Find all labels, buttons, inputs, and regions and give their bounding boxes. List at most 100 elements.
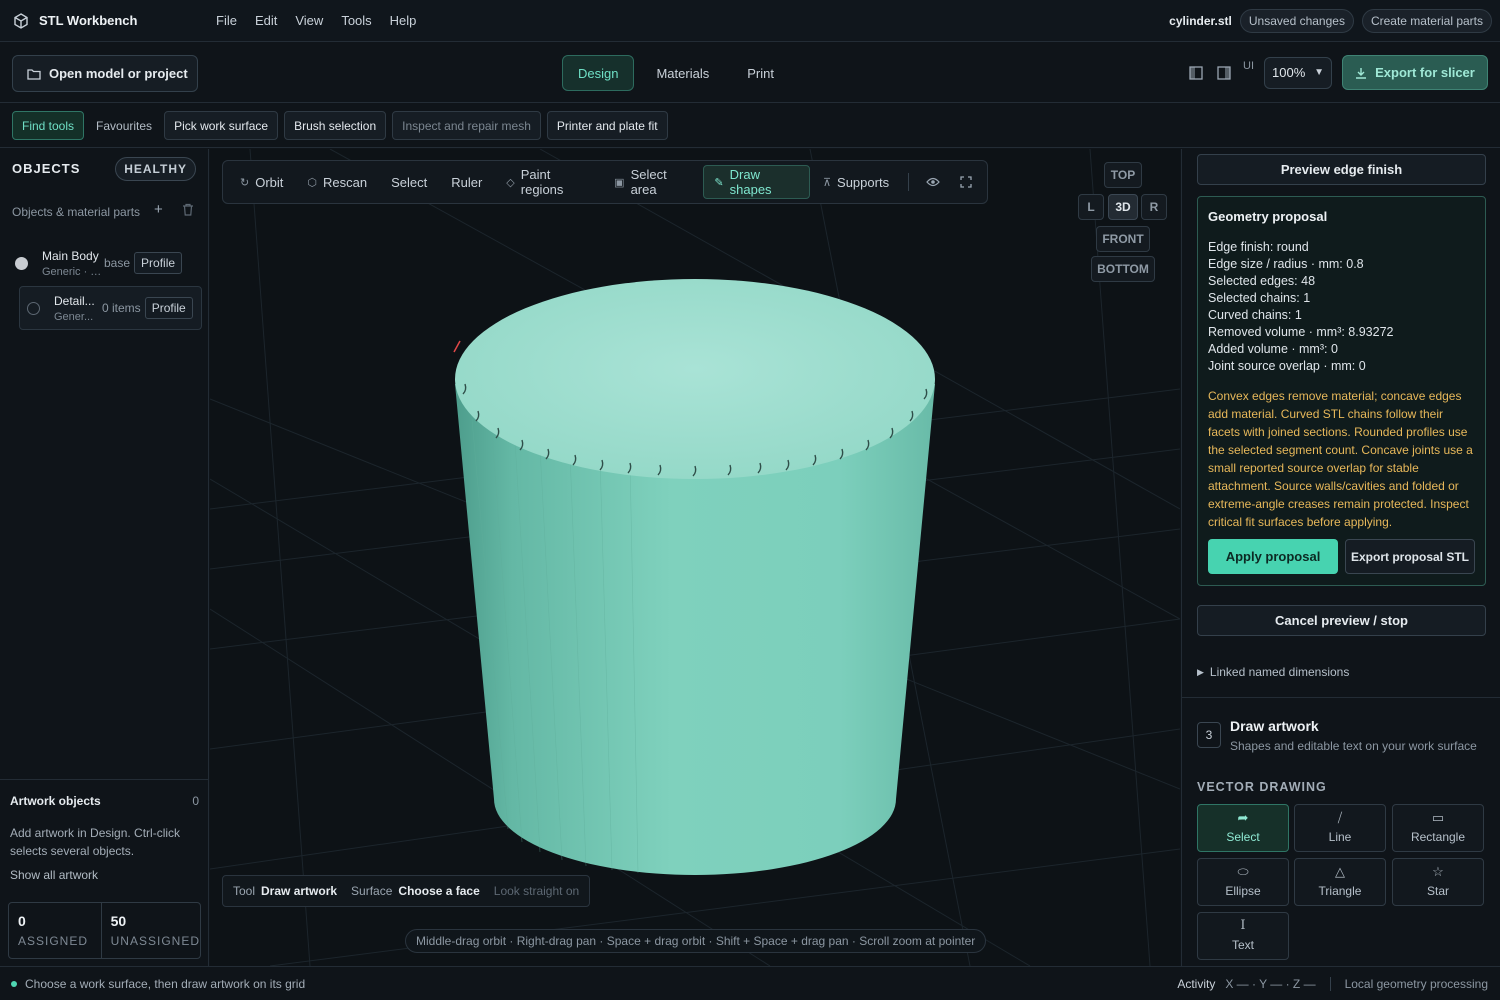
ui-zoom-select[interactable]: 100% ▼ — [1264, 56, 1332, 89]
look-straight-on-button[interactable]: Look straight on — [494, 884, 579, 898]
view-left-button[interactable]: L — [1078, 194, 1104, 220]
surface-status-label: Surface — [351, 884, 393, 898]
status-text: Choose a work surface, then draw artwork… — [25, 976, 306, 991]
cancel-preview-button[interactable]: Cancel preview / stop — [1197, 605, 1486, 636]
profile-button[interactable]: Profile — [144, 297, 193, 319]
menu-tools[interactable]: Tools — [341, 13, 371, 28]
shape-rectangle-button[interactable]: ▭ Rectangle — [1392, 804, 1484, 852]
export-for-slicer-button[interactable]: Export for slicer — [1342, 55, 1488, 90]
object-name: Detail... — [54, 293, 95, 308]
add-object-icon[interactable]: + — [154, 201, 163, 218]
tool-select-area[interactable]: ▣ Select area — [603, 165, 701, 199]
properties-panel: Preview edge finish Geometry proposal Ed… — [1181, 149, 1500, 966]
tool-paint-regions[interactable]: ◇ Paint regions — [495, 165, 601, 199]
linked-dimensions-toggle[interactable]: ▶ Linked named dimensions — [1197, 665, 1349, 679]
proposal-line: Selected edges: 48 — [1208, 274, 1316, 288]
tab-materials[interactable]: Materials — [640, 55, 725, 91]
view-front-button[interactable]: FRONT — [1096, 226, 1150, 252]
activity-button[interactable]: Activity — [1177, 977, 1215, 991]
toggle-left-panel-icon[interactable] — [1187, 64, 1205, 82]
vector-drawing-heading: VECTOR DRAWING — [1197, 780, 1327, 794]
tab-print[interactable]: Print — [731, 55, 790, 91]
object-row-main-body[interactable]: Main Body Generic · P... base Profile — [12, 241, 202, 285]
pick-work-surface-button[interactable]: Pick work surface — [164, 111, 279, 140]
fullscreen-toggle[interactable] — [951, 165, 981, 199]
artwork-title: Artwork objects — [10, 794, 101, 808]
shape-line-button[interactable]: ⧸ Line — [1294, 804, 1386, 852]
tool-ruler[interactable]: Ruler — [440, 165, 493, 199]
tool-draw-shapes[interactable]: ✎ Draw shapes — [703, 165, 810, 199]
fullscreen-icon — [960, 176, 972, 188]
artwork-count: 0 — [192, 794, 199, 808]
app-logo: STL Workbench — [0, 12, 216, 29]
proposal-line: Edge finish: round — [1208, 240, 1309, 254]
ui-scale-label: UI — [1243, 59, 1254, 72]
profile-button[interactable]: Profile — [134, 252, 183, 274]
menu-file[interactable]: File — [216, 13, 237, 28]
shape-label: Triangle — [1318, 884, 1362, 898]
tab-design[interactable]: Design — [562, 55, 635, 91]
view-3d-button[interactable]: 3D — [1108, 194, 1138, 220]
tool-label: Draw shapes — [729, 167, 772, 197]
color-swatch[interactable] — [27, 301, 40, 315]
select-area-icon: ▣ — [614, 176, 625, 189]
create-material-parts-button[interactable]: Create material parts — [1361, 9, 1492, 33]
ellipse-icon: ⬭ — [1237, 864, 1249, 879]
toggle-right-panel-icon[interactable] — [1215, 64, 1233, 82]
open-model-label: Open model or project — [49, 66, 188, 81]
menu-edit[interactable]: Edit — [255, 13, 277, 28]
viewport-canvas[interactable] — [210, 149, 1180, 966]
status-divider — [1329, 976, 1331, 991]
trash-icon[interactable] — [182, 203, 194, 216]
find-tools-button[interactable]: Find tools — [12, 111, 85, 140]
preview-edge-finish-button[interactable]: Preview edge finish — [1197, 154, 1486, 185]
color-swatch[interactable] — [15, 256, 28, 270]
object-material: Gener... — [54, 310, 94, 323]
shape-select-button[interactable]: ➦ Select — [1197, 804, 1289, 852]
export-proposal-stl-button[interactable]: Export proposal STL — [1345, 539, 1475, 574]
shape-label: Line — [1328, 830, 1352, 844]
view-bottom-button[interactable]: BOTTOM — [1091, 256, 1155, 282]
inspect-repair-button[interactable]: Inspect and repair mesh — [392, 111, 541, 140]
view-top-button[interactable]: TOP — [1104, 162, 1142, 188]
caret-right-icon: ▶ — [1197, 666, 1204, 677]
chevron-down-icon: ▼ — [1314, 67, 1324, 78]
favourites-label[interactable]: Favourites — [90, 111, 158, 140]
apply-proposal-button[interactable]: Apply proposal — [1208, 539, 1338, 574]
open-model-button[interactable]: Open model or project — [12, 55, 198, 92]
text-icon: I — [1240, 918, 1246, 933]
shape-label: Rectangle — [1410, 830, 1466, 844]
shape-ellipse-button[interactable]: ⬭ Ellipse — [1197, 858, 1289, 906]
visibility-toggle[interactable] — [917, 165, 949, 199]
step-number: 3 — [1197, 722, 1221, 748]
export-label: Export for slicer — [1375, 65, 1475, 80]
tool-orbit[interactable]: ↻ Orbit — [229, 165, 294, 199]
tool-supports[interactable]: ⊼ Supports — [812, 165, 900, 199]
tool-label: Ruler — [451, 174, 483, 190]
proposal-line: Selected chains: 1 — [1208, 291, 1311, 305]
printer-plate-fit-button[interactable]: Printer and plate fit — [546, 111, 668, 140]
ui-zoom-value: 100% — [1272, 65, 1306, 80]
menu-view[interactable]: View — [295, 13, 323, 28]
shape-triangle-button[interactable]: △ Triangle — [1294, 858, 1386, 906]
tool-rescan[interactable]: ⬡ Rescan — [296, 165, 378, 199]
axis-indicator — [453, 340, 461, 353]
linked-dimensions-label: Linked named dimensions — [1209, 665, 1350, 679]
show-all-artwork-link[interactable]: Show all artwork — [10, 868, 98, 882]
shape-star-button[interactable]: ☆ Star — [1392, 858, 1484, 906]
3d-viewport[interactable]: ↻ Orbit ⬡ Rescan Select Ruler ◇ Paint regio… — [210, 149, 1180, 966]
brush-selection-button[interactable]: Brush selection — [284, 111, 387, 140]
tool-select[interactable]: Select — [380, 165, 438, 199]
view-right-button[interactable]: R — [1141, 194, 1167, 220]
orbit-icon: ↻ — [240, 176, 250, 189]
geometry-proposal-card: Geometry proposal Edge finish: round Edg… — [1197, 196, 1486, 586]
cylinder-top[interactable] — [455, 279, 935, 479]
object-row-detail[interactable]: Detail... Gener... 0 items Profile — [19, 286, 202, 330]
tool-label: Select — [391, 174, 428, 190]
shape-text-button[interactable]: I Text — [1197, 912, 1289, 960]
menu-help[interactable]: Help — [390, 13, 417, 28]
paint-drop-icon: ◇ — [506, 176, 515, 189]
objects-panel: OBJECTS HEALTHY Objects & material parts… — [0, 149, 209, 966]
viewport-toolbar: ↻ Orbit ⬡ Rescan Select Ruler ◇ Paint regio… — [222, 160, 988, 204]
section-divider — [1182, 697, 1500, 698]
